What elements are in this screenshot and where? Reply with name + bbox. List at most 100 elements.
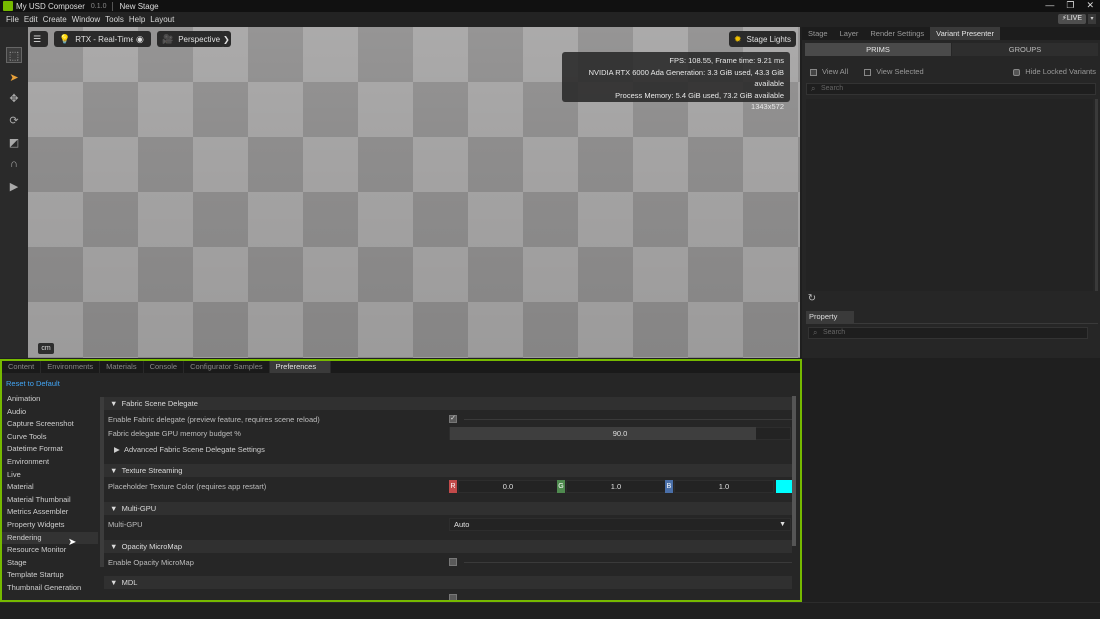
view-selected-checkbox[interactable] (864, 68, 872, 76)
menu-create[interactable]: Create (43, 15, 67, 24)
render-mode-label: RTX - Real-Time (75, 34, 135, 44)
reset-to-default-link[interactable]: Reset to Default (6, 379, 60, 388)
category-curve-tools[interactable]: Curve Tools (2, 431, 98, 444)
menu-edit[interactable]: Edit (24, 15, 38, 24)
rotate-icon[interactable]: ⟳ (6, 112, 22, 128)
live-dropdown-icon[interactable]: ▾ (1088, 14, 1096, 24)
expand-toolbar-button[interactable]: ❯ (221, 31, 231, 47)
advanced-fabric-header[interactable]: ▶ Advanced Fabric Scene Delegate Setting… (114, 445, 265, 454)
mdl-section-header[interactable]: ▼ MDL (104, 576, 792, 589)
placeholder-color-swatch[interactable] (776, 480, 792, 493)
viewport-settings-button[interactable]: ☰ (30, 31, 48, 47)
tab-environments[interactable]: Environments (41, 361, 101, 373)
status-bar (0, 602, 1100, 619)
category-capture-screenshot[interactable]: Capture Screenshot (2, 418, 98, 431)
refresh-icon[interactable]: ↻ (806, 293, 818, 305)
minimize-icon[interactable]: — (1045, 0, 1054, 11)
b-channel-input[interactable]: 1.0 (674, 480, 774, 493)
menu-window[interactable]: Window (72, 15, 100, 24)
category-audio[interactable]: Audio (2, 406, 98, 419)
hide-locked-toggle[interactable]: Hide Locked Variants (1013, 67, 1096, 76)
category-datetime-format[interactable]: Datetime Format (2, 443, 98, 456)
fabric-section-header[interactable]: ▼ Fabric Scene Delegate (104, 397, 792, 410)
fabric-budget-slider[interactable]: 90.0 (449, 427, 791, 440)
category-material-thumbnail[interactable]: Material Thumbnail (2, 494, 98, 507)
move-icon[interactable]: ✥ (6, 90, 22, 106)
variant-search-input[interactable]: Search (806, 83, 1096, 95)
menu-layout[interactable]: Layout (150, 15, 174, 24)
multigpu-value: Auto (454, 520, 470, 529)
bottom-panel-tabs: Content Environments Materials Console C… (2, 361, 800, 373)
close-icon[interactable]: ✕ (1086, 0, 1094, 11)
tab-preferences[interactable]: Preferences (269, 361, 332, 373)
g-channel-input[interactable]: 1.0 (566, 480, 666, 493)
fabric-budget-label: Fabric delegate GPU memory budget % (108, 429, 241, 438)
r-channel-input[interactable]: 0.0 (458, 480, 558, 493)
tab-layer[interactable]: Layer (834, 27, 865, 40)
tab-render-settings[interactable]: Render Settings (864, 27, 930, 40)
category-thumbnail-generation[interactable]: Thumbnail Generation (2, 582, 98, 595)
category-template-startup[interactable]: Template Startup (2, 569, 98, 582)
gpu-stat: NVIDIA RTX 6000 Ada Generation: 3.3 GiB … (588, 67, 784, 89)
mdl-section-title: MDL (121, 578, 138, 587)
tab-configurator-samples[interactable]: Configurator Samples (184, 361, 270, 373)
prims-segment[interactable]: PRIMS (805, 43, 951, 56)
category-rendering[interactable]: Rendering (2, 531, 98, 545)
settings-scrollbar[interactable] (792, 396, 796, 546)
category-animation[interactable]: Animation (2, 393, 98, 406)
stage-lights-button[interactable]: ✹ Stage Lights (728, 31, 796, 47)
viewport[interactable]: ☰ 💡 RTX - Real-Time ◉ 🎥 Perspective ❯ ✹ Sta… (28, 27, 800, 358)
property-search-input[interactable]: Search (808, 327, 1088, 339)
resolution-stat: 1343x572 (751, 102, 784, 111)
camera-label: Perspective (178, 34, 221, 44)
tab-property[interactable]: Property (806, 311, 854, 323)
category-resource-monitor[interactable]: Resource Monitor (2, 544, 98, 557)
tab-stage[interactable]: Stage (802, 27, 834, 40)
live-label: LIVE (1066, 15, 1082, 22)
category-stage[interactable]: Stage (2, 557, 98, 570)
category-environment[interactable]: Environment (2, 456, 98, 469)
category-material[interactable]: Material (2, 481, 98, 494)
select-mode-icon[interactable]: ⬚ (6, 47, 22, 63)
hide-locked-checkbox[interactable] (1013, 68, 1021, 76)
stage-name: New Stage (119, 1, 159, 11)
stage-lights-label: Stage Lights (746, 34, 791, 44)
multigpu-dropdown[interactable]: Auto ▼ (449, 518, 791, 531)
scale-icon[interactable]: ◩ (6, 134, 22, 150)
category-property-widgets[interactable]: Property Widgets (2, 519, 98, 532)
menu-bar: File Edit Create Window Tools Help Layou… (0, 12, 1100, 27)
menu-file[interactable]: File (6, 15, 19, 24)
display-options-button[interactable]: ◉ (133, 31, 151, 47)
fabric-enable-checkbox[interactable]: ✓ (449, 415, 457, 423)
view-selected-toggle[interactable]: View Selected (864, 67, 924, 76)
tab-variant-presenter[interactable]: Variant Presenter (930, 27, 1000, 40)
variant-list-scrollbar[interactable] (1095, 99, 1098, 291)
view-all-checkbox[interactable] (810, 68, 817, 76)
snap-icon[interactable]: ∩ (6, 156, 22, 172)
b-channel-label: B (665, 480, 673, 493)
play-icon[interactable]: ▶ (6, 178, 22, 194)
groups-segment[interactable]: GROUPS (952, 43, 1098, 56)
tab-materials[interactable]: Materials (100, 361, 144, 373)
multigpu-section-title: Multi-GPU (121, 504, 157, 513)
opacity-section-header[interactable]: ▼ Opacity MicroMap (104, 540, 792, 553)
multigpu-section-header[interactable]: ▼ Multi-GPU (104, 502, 792, 515)
menu-tools[interactable]: Tools (105, 15, 124, 24)
mdl-checkbox[interactable] (449, 594, 457, 600)
live-button[interactable]: ⚡LIVE (1057, 14, 1086, 24)
category-live[interactable]: Live (2, 469, 98, 482)
render-mode-button[interactable]: 💡 RTX - Real-Time (54, 31, 140, 47)
tab-console[interactable]: Console (144, 361, 185, 373)
opacity-enable-checkbox[interactable] (449, 558, 457, 566)
texture-section-header[interactable]: ▼ Texture Streaming (104, 464, 792, 477)
menu-help[interactable]: Help (129, 15, 145, 24)
category-metrics-assembler[interactable]: Metrics Assembler (2, 506, 98, 519)
eye-icon: ◉ (136, 33, 144, 44)
tab-content[interactable]: Content (2, 361, 42, 373)
camera-button[interactable]: 🎥 Perspective (157, 31, 226, 47)
view-all-toggle[interactable]: View All (810, 67, 848, 76)
variant-list[interactable] (806, 99, 1093, 291)
title-bar: My USD Composer 0.1.0 New Stage — ❐ ✕ (0, 0, 1100, 12)
restore-icon[interactable]: ❐ (1066, 0, 1074, 11)
select-arrow-icon[interactable]: ➤ (6, 69, 22, 85)
